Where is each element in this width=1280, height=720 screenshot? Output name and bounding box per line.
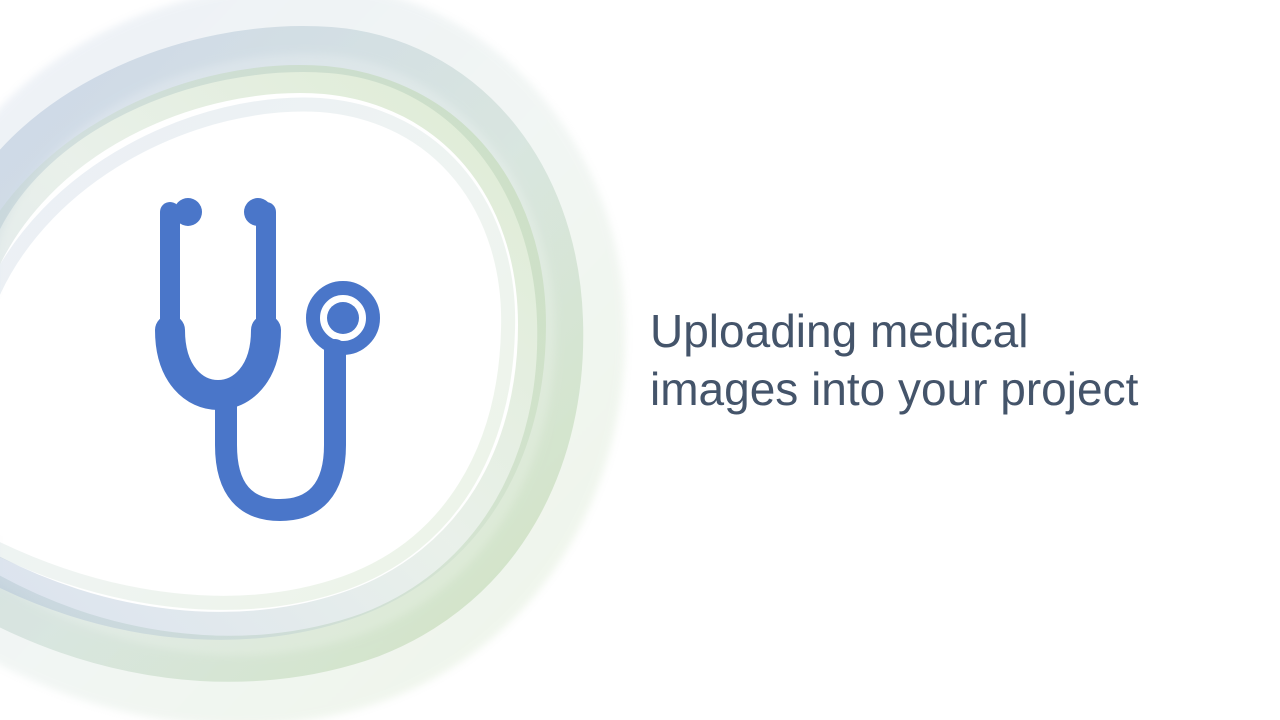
slide-title-line-1: Uploading medical: [650, 305, 1029, 357]
stethoscope-icon: [155, 198, 380, 521]
slide-title-line-2: images into your project: [650, 363, 1139, 415]
slide-title: Uploading medical images into your proje…: [650, 302, 1250, 418]
slide: Uploading medical images into your proje…: [0, 0, 1280, 720]
